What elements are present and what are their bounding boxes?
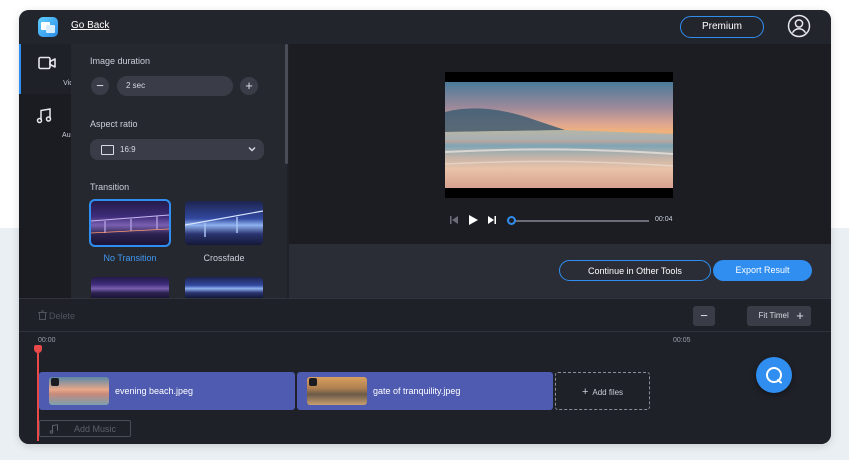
zoom-out-button[interactable]: − [693,306,715,326]
chat-bubble-icon [766,367,782,384]
clip-name: gate of tranquility.jpeg [373,386,461,396]
player-controls: 00:04 [447,214,677,228]
image-duration-title: Image duration [90,56,151,66]
transition-title: Transition [90,182,130,192]
side-nav: Video Audio [19,44,81,298]
decrease-duration-button[interactable]: − [91,77,109,95]
continue-in-other-tools-button[interactable]: Continue in Other Tools [559,260,711,281]
chat-support-button[interactable] [756,357,792,393]
progress-knob[interactable] [507,216,516,225]
trash-icon [38,310,47,320]
settings-scrollbar[interactable] [285,44,288,164]
ruler-tick-label: 00:00 [38,337,56,344]
nav-item-audio[interactable]: Audio [19,96,80,146]
timeline-ruler [19,331,831,332]
export-result-button[interactable]: Export Result [713,260,812,281]
add-music-button[interactable]: Add Music [39,420,131,437]
top-bar: Go Back Premium [19,10,831,44]
add-files-label: Add files [592,388,624,397]
playback-time: 00:04 [655,216,673,223]
image-type-icon [309,378,317,386]
chevron-down-icon [248,147,256,152]
app-logo-icon [38,17,58,37]
skip-back-icon[interactable] [449,215,459,225]
timeline: Delete − Fit Timeline + 00:00 00:05 even… [19,298,831,444]
aspect-ratio-icon [101,145,114,155]
image-type-icon [51,378,59,386]
music-note-icon [36,108,52,124]
ruler-tick-label: 00:05 [673,337,691,344]
transition-thumb[interactable] [91,277,169,298]
preview-area: 00:04 [289,44,831,244]
aspect-ratio-title: Aspect ratio [90,119,138,129]
transition-label: No Transition [103,253,157,263]
action-row: Continue in Other Tools Export Result [289,244,831,298]
settings-panel: Image duration − 2 sec + Aspect ratio 16… [71,44,287,298]
clip-name: evening beach.jpeg [115,386,194,396]
editor-window: Go Back Premium Video Audio Image durati… [19,10,831,444]
aspect-ratio-value: 16:9 [120,145,136,154]
add-files-button[interactable]: + Add files [555,372,650,410]
go-back-link[interactable]: Go Back [71,20,109,31]
skip-forward-icon[interactable] [487,215,497,225]
increase-duration-button[interactable]: + [240,77,258,95]
transition-thumb[interactable] [185,277,263,298]
duration-field[interactable]: 2 sec [117,76,233,96]
plus-icon: + [581,386,589,398]
music-note-icon [49,424,58,434]
timeline-clip[interactable]: evening beach.jpeg [39,372,295,410]
delete-button[interactable]: Delete [49,311,75,321]
timeline-clip[interactable]: gate of tranquility.jpeg [297,372,553,410]
transition-thumb-no-transition[interactable] [89,199,171,247]
preview-image [445,82,673,188]
play-icon[interactable] [467,214,479,226]
premium-button[interactable]: Premium [680,16,764,38]
transition-label: Crossfade [203,253,245,263]
transition-thumb-crossfade[interactable] [185,201,263,245]
progress-track[interactable] [515,220,649,222]
zoom-in-button[interactable]: + [789,306,811,326]
playhead[interactable] [37,349,39,441]
video-preview [445,72,673,198]
nav-item-video[interactable]: Video [19,44,81,94]
video-camera-icon [38,56,56,70]
aspect-ratio-select[interactable]: 16:9 [90,139,264,160]
account-icon[interactable] [787,14,811,38]
add-music-label: Add Music [74,424,117,434]
